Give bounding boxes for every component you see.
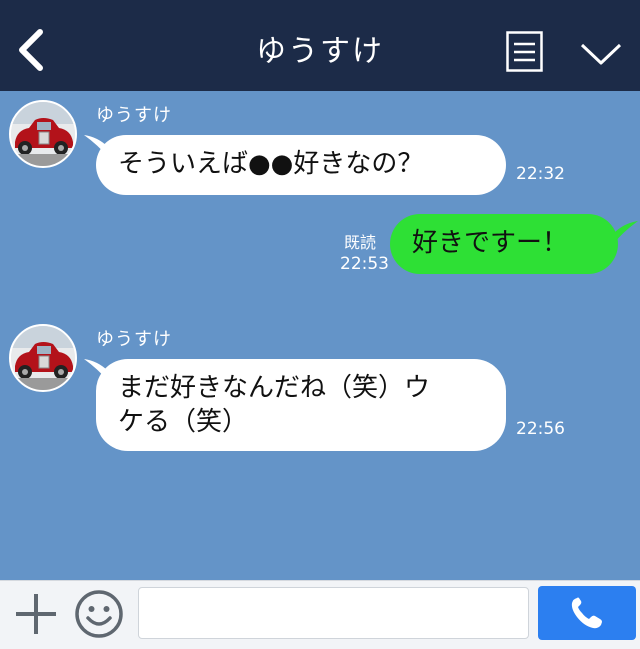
chevron-down-icon[interactable] bbox=[579, 40, 623, 68]
message-bubble[interactable]: そういえば●●好きなの？ bbox=[96, 135, 506, 195]
message-time: 22:32 bbox=[516, 164, 565, 184]
message-time: 22:53 bbox=[340, 254, 389, 274]
sender-name: ゆうすけ bbox=[96, 105, 172, 126]
message-input[interactable] bbox=[138, 587, 529, 639]
avatar[interactable] bbox=[9, 324, 77, 392]
message-bubble[interactable]: 好きですー！ bbox=[390, 214, 618, 274]
chat-header: ゆうすけ bbox=[0, 0, 640, 91]
message-bubble[interactable]: まだ好きなんだね（笑）ウ ケる（笑） bbox=[96, 359, 506, 451]
avatar[interactable] bbox=[9, 100, 77, 168]
notes-icon[interactable] bbox=[506, 31, 543, 72]
car-avatar-image bbox=[11, 326, 75, 390]
chat-area[interactable]: ゆうすけ そういえば●●好きなの？ 22:32 既読 22:53 好きですー！ … bbox=[0, 91, 640, 580]
message-time: 22:56 bbox=[516, 419, 565, 439]
chat-title: ゆうすけ bbox=[256, 34, 384, 69]
call-button[interactable] bbox=[538, 586, 636, 640]
smile-icon[interactable] bbox=[74, 589, 124, 639]
message-text-line: まだ好きなんだね（笑）ウ bbox=[118, 373, 431, 403]
read-receipt: 既読 bbox=[343, 233, 376, 252]
plus-icon[interactable] bbox=[14, 592, 58, 636]
message-text-line: ケる（笑） bbox=[118, 407, 249, 437]
phone-icon bbox=[571, 597, 602, 629]
car-avatar-image bbox=[11, 102, 75, 166]
sender-name: ゆうすけ bbox=[96, 329, 172, 350]
bubble-tail bbox=[614, 221, 638, 243]
